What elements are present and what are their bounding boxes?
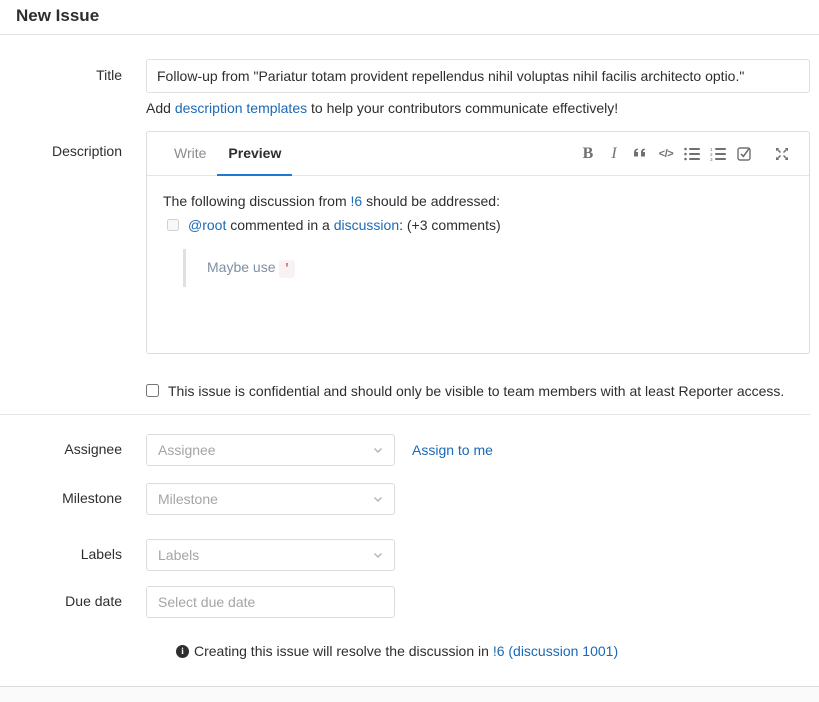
title-row: Title Add description templates to help … [0, 59, 810, 117]
tab-preview[interactable]: Preview [217, 132, 292, 176]
fullscreen-icon[interactable] [769, 141, 795, 167]
markdown-editor-header: Write Preview B I </> 123 [147, 132, 809, 176]
section-divider [0, 414, 810, 415]
confidential-checkbox[interactable] [146, 384, 159, 397]
numbered-list-icon[interactable]: 123 [705, 141, 731, 167]
title-input[interactable] [146, 59, 810, 93]
new-issue-form: Title Add description templates to help … [0, 59, 819, 660]
due-date-input[interactable] [146, 586, 395, 618]
info-icon: i [176, 645, 189, 658]
tab-write[interactable]: Write [163, 132, 217, 176]
quote-icon[interactable] [627, 141, 653, 167]
markdown-preview: The following discussion from !6 should … [147, 176, 809, 353]
markdown-toolbar: B I </> 123 [575, 132, 795, 175]
assignee-dropdown[interactable]: Assignee [146, 434, 395, 466]
discussion-link[interactable]: discussion [334, 217, 399, 233]
resolve-note-text: Creating this issue will resolve the dis… [194, 643, 618, 660]
svg-text:3: 3 [710, 157, 713, 161]
bold-icon[interactable]: B [575, 141, 601, 167]
title-help-text: Add description templates to help your c… [146, 100, 810, 117]
labels-label: Labels [0, 539, 122, 562]
task-list-item: @root commented in a discussion: (+3 com… [167, 215, 793, 235]
bullet-list-icon[interactable] [679, 141, 705, 167]
italic-icon[interactable]: I [601, 141, 627, 167]
due-date-label: Due date [0, 586, 122, 609]
user-link[interactable]: @root [188, 217, 226, 233]
chevron-down-icon [372, 493, 384, 505]
confidential-row: This issue is confidential and should on… [0, 381, 810, 401]
quoted-comment: Maybe use ' [183, 249, 793, 287]
inline-code: ' [279, 260, 294, 278]
milestone-dropdown[interactable]: Milestone [146, 483, 395, 515]
task-text: @root commented in a discussion: (+3 com… [188, 215, 501, 235]
confidential-option[interactable]: This issue is confidential and should on… [146, 381, 810, 401]
task-list-icon[interactable] [731, 141, 757, 167]
form-actions-footer [0, 686, 819, 702]
page-header: New Issue [0, 0, 819, 35]
assign-to-me-link[interactable]: Assign to me [412, 434, 493, 466]
assignee-row: Assignee Assignee Assign to me [0, 434, 810, 466]
confidential-text: This issue is confidential and should on… [168, 381, 784, 401]
milestone-row: Milestone Milestone [0, 483, 810, 515]
resolve-note: i Creating this issue will resolve the d… [176, 643, 810, 660]
description-row: Description Write Preview B I </> [0, 131, 810, 354]
description-label: Description [0, 131, 122, 159]
description-templates-link[interactable]: description templates [175, 100, 307, 116]
resolve-discussion-link[interactable]: !6 (discussion 1001) [493, 643, 618, 659]
milestone-label: Milestone [0, 483, 122, 506]
chevron-down-icon [372, 549, 384, 561]
resolve-note-row: i Creating this issue will resolve the d… [0, 643, 810, 660]
labels-dropdown[interactable]: Labels [146, 539, 395, 571]
assignee-label: Assignee [0, 434, 122, 457]
labels-row: Labels Labels [0, 539, 810, 571]
preview-paragraph: The following discussion from !6 should … [163, 191, 793, 211]
task-checkbox[interactable] [167, 219, 179, 231]
title-label: Title [0, 59, 122, 83]
due-date-row: Due date [0, 586, 810, 618]
merge-request-link[interactable]: !6 [351, 193, 363, 209]
markdown-editor: Write Preview B I </> 123 [146, 131, 810, 354]
task-list: @root commented in a discussion: (+3 com… [163, 215, 793, 235]
chevron-down-icon [372, 444, 384, 456]
code-icon[interactable]: </> [653, 141, 679, 167]
page-title: New Issue [16, 7, 803, 25]
